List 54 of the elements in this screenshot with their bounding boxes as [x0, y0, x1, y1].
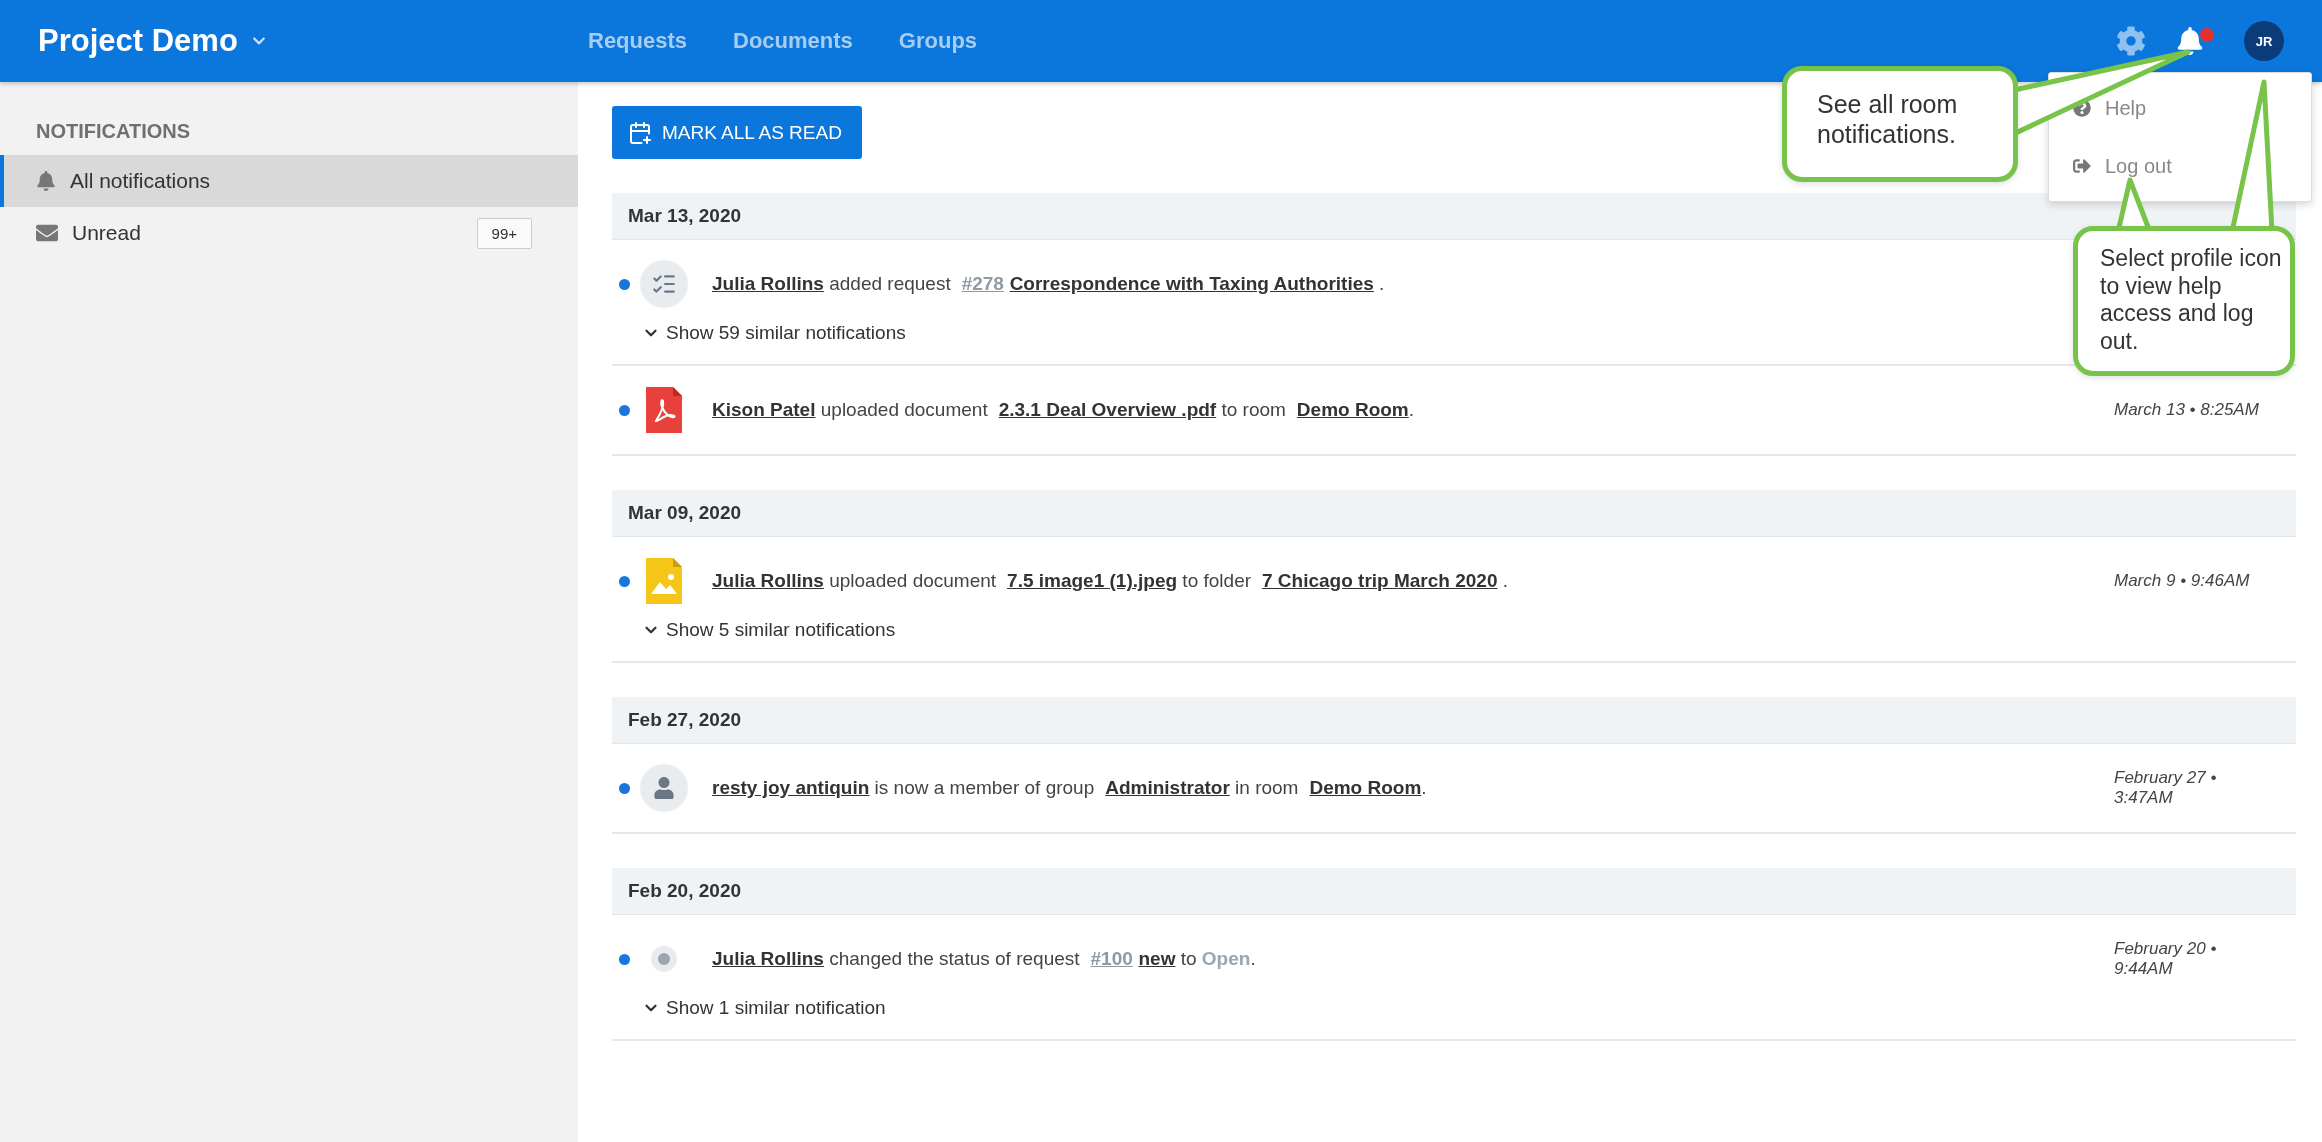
notification-text: Julia Rollins changed the status of request #100 new to Open. [712, 948, 1256, 970]
project-title[interactable]: Project Demo [38, 23, 238, 59]
notifications-bell-icon[interactable] [2176, 26, 2214, 56]
date-header: Mar 13, 2020 [612, 193, 2296, 240]
date-header: Mar 09, 2020 [612, 490, 2296, 537]
date-header: Feb 27, 2020 [612, 697, 2296, 744]
menu-item-label: Log out [2105, 154, 2172, 178]
notification-link[interactable]: 2.3.1 Deal Overview .pdf [998, 399, 1217, 420]
user-icon [640, 764, 688, 812]
notification-link[interactable]: 7.5 image1 (1).jpeg [1007, 570, 1178, 591]
bell-icon [36, 171, 56, 191]
notification-link[interactable]: Kison Patel [712, 399, 816, 420]
callout: Select profile icon to view help access and log out. [2073, 226, 2295, 376]
sidebar-heading: NOTIFICATIONS [35, 120, 192, 144]
callout: See all room notifications. [1782, 66, 2018, 182]
notification-text: Julia Rollins added request #278 Correspondence with Taxing Authorities . [712, 273, 1385, 295]
mark-all-read-button[interactable]: MARK ALL AS READ [612, 106, 862, 159]
notification-time: March 13 • 8:25AM [2114, 400, 2260, 420]
date-header: Feb 20, 2020 [612, 868, 2296, 915]
show-similar-button[interactable]: Show 5 similar notifications [642, 619, 896, 641]
notification-text: Kison Patel uploaded document 2.3.1 Deal Overview .pdf to room Demo Room. [712, 399, 1415, 421]
mail-icon [36, 222, 58, 244]
notification-link[interactable]: Julia Rollins [712, 948, 824, 969]
notification-link[interactable]: Correspondence with Taxing Authorities [1009, 273, 1374, 294]
menu-item[interactable]: Log out [2049, 137, 2311, 195]
notification-text: resty joy antiquin is now a member of group Administrator in room Demo Room. [712, 777, 1427, 799]
notification-time: February 27 • 3:47AM [2114, 768, 2218, 808]
notification-link[interactable]: Julia Rollins [712, 273, 824, 294]
show-similar-button[interactable]: Show 59 similar notifications [642, 322, 906, 344]
status-dot-icon [651, 946, 677, 972]
image-file-icon [646, 558, 682, 604]
notification-time: February 20 • 9:44AM [2114, 939, 2218, 979]
notification-link[interactable]: new [1138, 948, 1176, 969]
calendar-plus-icon [628, 120, 652, 145]
notification-text: Julia Rollins uploaded document 7.5 image1 (1).jpeg to folder 7 Chicago trip March 2020 . [712, 570, 1509, 592]
notification-link[interactable]: resty joy antiquin [712, 777, 870, 798]
notification-link[interactable]: 7 Chicago trip March 2020 [1262, 570, 1498, 591]
notification-time: March 9 • 9:46AM [2114, 571, 2251, 591]
notification-link[interactable]: Administrator [1105, 777, 1230, 798]
checklist-icon [640, 260, 688, 308]
pdf-file-icon [646, 387, 682, 433]
notification-link[interactable]: Demo Room [1309, 777, 1422, 798]
notification-link[interactable]: Julia Rollins [712, 570, 824, 591]
menu-item-label: Help [2105, 96, 2147, 120]
notification-link[interactable]: Demo Room [1296, 399, 1409, 420]
profile-avatar[interactable]: JR [2244, 21, 2284, 61]
sidebar-item[interactable]: All notifications [0, 155, 578, 207]
sidebar-item-label: All notifications [70, 169, 212, 193]
show-similar-button[interactable]: Show 1 similar notification [642, 997, 886, 1019]
count-badge: 99+ [476, 217, 532, 249]
logout-icon [2073, 157, 2091, 175]
sidebar-item-label: Unread [72, 221, 142, 245]
sidebar-item[interactable]: Unread 99+ [0, 207, 578, 259]
settings-icon[interactable] [2116, 26, 2146, 56]
